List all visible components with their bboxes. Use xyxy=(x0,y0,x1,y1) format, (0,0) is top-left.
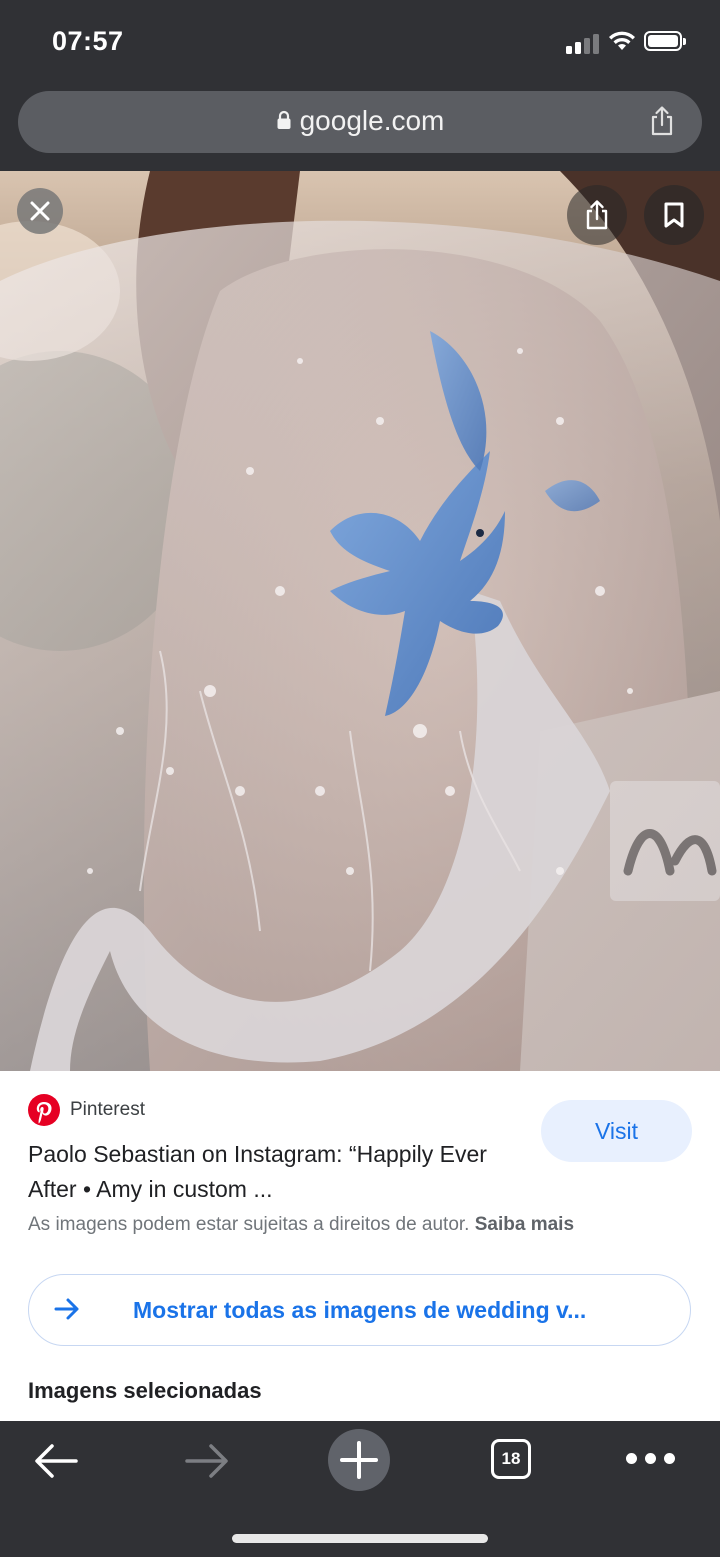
forward-arrow-icon[interactable] xyxy=(183,1441,231,1481)
bookmark-icon xyxy=(664,202,684,228)
source-name: Pinterest xyxy=(70,1099,145,1120)
copyright-text: As imagens podem estar sujeitas a direit… xyxy=(28,1214,470,1235)
learn-more-link[interactable]: Saiba mais xyxy=(475,1214,574,1235)
home-indicator xyxy=(232,1534,488,1543)
save-button[interactable] xyxy=(644,185,704,245)
more-icon xyxy=(626,1453,637,1464)
status-time: 07:57 xyxy=(52,26,124,56)
share-icon xyxy=(586,200,608,230)
address-bar-area: google.com xyxy=(0,86,720,171)
back-arrow-icon[interactable] xyxy=(32,1441,80,1481)
copyright-notice: As imagens podem estar sujeitas a direit… xyxy=(28,1214,574,1236)
wifi-icon xyxy=(609,31,635,50)
more-icon-dot xyxy=(645,1453,656,1464)
visit-button[interactable]: Visit xyxy=(541,1100,692,1162)
result-title[interactable]: Paolo Sebastian on Instagram: “Happily E… xyxy=(28,1137,518,1207)
url-text: google.com xyxy=(299,105,445,136)
image-share-button[interactable] xyxy=(567,185,627,245)
lock-icon xyxy=(277,110,291,129)
close-icon xyxy=(30,201,50,221)
arrow-right-icon xyxy=(54,1298,79,1320)
bottom-toolbar: 18 xyxy=(0,1421,720,1557)
result-image-art xyxy=(0,171,720,1071)
share-icon[interactable] xyxy=(648,105,676,137)
result-source[interactable]: Pinterest xyxy=(28,1093,145,1127)
tab-count: 18 xyxy=(501,1449,521,1468)
more-menu-button[interactable] xyxy=(626,1453,675,1464)
show-all-images-button[interactable]: Mostrar todas as imagens de wedding v... xyxy=(28,1274,691,1346)
more-icon-dot xyxy=(664,1453,675,1464)
url-bar[interactable]: google.com xyxy=(18,91,702,153)
status-bar: 07:57 xyxy=(0,0,720,86)
section-title: Imagens selecionadas xyxy=(28,1378,262,1403)
close-button[interactable] xyxy=(17,188,63,234)
pinterest-logo-icon xyxy=(28,1094,60,1126)
plus-icon xyxy=(340,1441,378,1479)
tabs-button[interactable]: 18 xyxy=(491,1439,531,1479)
battery-icon xyxy=(644,31,686,51)
new-tab-button[interactable] xyxy=(328,1429,390,1491)
show-all-images-label: Mostrar todas as imagens de wedding v... xyxy=(133,1297,587,1323)
result-image[interactable] xyxy=(0,171,720,1071)
cellular-signal-icon xyxy=(566,32,602,54)
